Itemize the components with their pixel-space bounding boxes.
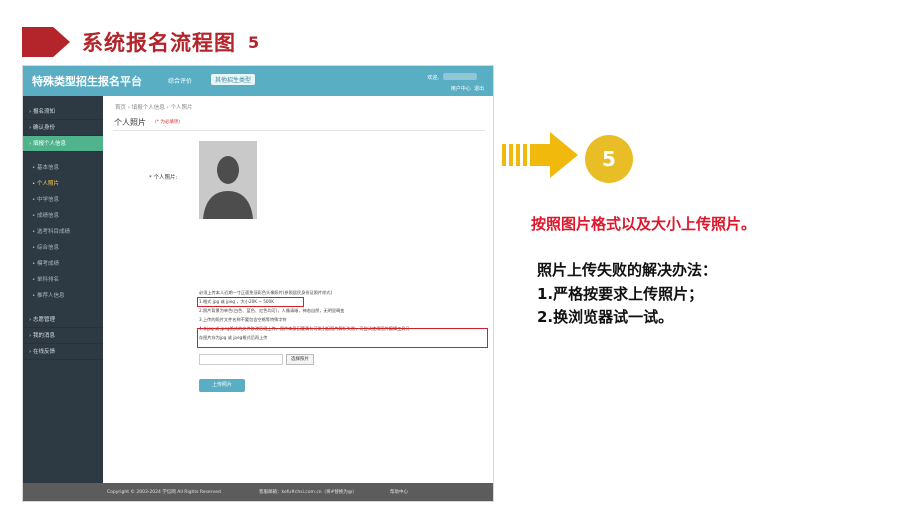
- sidebar-sub-basic-info[interactable]: • 基本信息: [23, 160, 103, 176]
- portal-footer: Copyright © 2003-2024 学信网 All Rights Res…: [23, 483, 493, 501]
- slide-header: 系统报名流程图 5: [22, 24, 259, 60]
- photo-field-label: * 个人照片:: [149, 175, 178, 181]
- slide-step-number: 5: [248, 32, 260, 52]
- top-links: 用户中心 退出: [451, 85, 484, 92]
- instruction-line: 3.上传的照片文件名称不要包含空格等特殊字符: [199, 317, 287, 322]
- sidebar-item-messages[interactable]: › 我的消息: [23, 328, 103, 344]
- username-redacted: [443, 73, 477, 80]
- photo-placeholder: [199, 141, 257, 219]
- step-arrow-icon: [502, 132, 578, 178]
- main-content: 首页 › 填报个人信息 › 个人照片 个人照片 (* 为必填项) * 个人照片:…: [103, 96, 493, 483]
- user-center-link[interactable]: 用户中心: [451, 86, 471, 92]
- portal-screenshot: 特殊类型招生报名平台 综合评价 其他招生类型 欢迎, 用户中心 退出 › 报名须…: [22, 65, 494, 502]
- sidebar-sub-rank[interactable]: • 单科排名: [23, 272, 103, 288]
- tip-item: 2.换浏览器试一试。: [537, 308, 674, 326]
- title-divider: [113, 130, 485, 131]
- sidebar-sub-mock[interactable]: • 模考成绩: [23, 256, 103, 272]
- sidebar-sub-general[interactable]: • 综合信息: [23, 240, 103, 256]
- sidebar-item-feedback[interactable]: › 在线反馈: [23, 344, 103, 360]
- other-type-button[interactable]: 其他招生类型: [211, 74, 256, 85]
- upload-photo-button[interactable]: 上传照片: [199, 379, 245, 392]
- sidebar-sub-scores[interactable]: • 成绩信息: [23, 208, 103, 224]
- sidebar-item-personal-info[interactable]: › 填报个人信息: [23, 136, 103, 152]
- nav-link-comprehensive[interactable]: 综合评价: [168, 76, 192, 85]
- breadcrumb-home[interactable]: 首页: [115, 105, 126, 111]
- sidebar-sub-school[interactable]: • 中学信息: [23, 192, 103, 208]
- person-silhouette-icon: [199, 141, 257, 219]
- choose-photo-button[interactable]: 选择照片: [286, 354, 314, 365]
- support-email: 客服邮箱：kefu#chsi.com.cn（将#替换为@）: [259, 490, 357, 495]
- portal-topbar: 特殊类型招生报名平台 综合评价 其他招生类型 欢迎, 用户中心 退出: [23, 66, 493, 96]
- breadcrumb-photo: 个人照片: [170, 105, 193, 111]
- conversion-tip-highlight: [197, 328, 488, 348]
- sidebar: › 报名须知 › 确认身份 › 填报个人信息 • 基本信息 • 个人照片 • 中…: [23, 96, 103, 483]
- welcome-text: 欢迎,: [427, 75, 439, 81]
- upload-instruction: 按照图片格式以及大小上传照片。: [531, 215, 757, 233]
- required-note: (* 为必填项): [155, 120, 181, 125]
- step-number-circle: 5: [585, 135, 633, 183]
- format-size-highlight: [197, 297, 304, 307]
- tips-title: 照片上传失败的解决办法：: [537, 261, 718, 279]
- title-arrow-icon: [22, 27, 70, 57]
- instruction-line: 2.照片背景为单色(白色、蓝色、红色均可)，人像清晰，神态自然，无明显畸变: [199, 308, 345, 313]
- help-center-link[interactable]: 帮助中心: [390, 483, 408, 501]
- copyright-text: Copyright © 2003-2024 学信网 All Rights Res…: [107, 490, 221, 495]
- breadcrumb: 首页 › 填报个人信息 › 个人照片: [115, 105, 193, 111]
- sidebar-sub-photo[interactable]: • 个人照片: [23, 176, 103, 192]
- site-name[interactable]: 特殊类型招生报名平台: [32, 73, 142, 89]
- breadcrumb-personal-info[interactable]: 填报个人信息: [132, 105, 165, 111]
- instruction-line: 必须上传本人近期一寸正面免冠彩色头像照片(参照居民身份证照片样式): [199, 290, 333, 295]
- page-title: 个人照片: [114, 118, 146, 127]
- tip-item: 1.严格按要求上传照片；: [537, 285, 704, 303]
- slide-title: 系统报名流程图: [82, 31, 236, 55]
- sidebar-sub-elective[interactable]: • 选考科目成绩: [23, 224, 103, 240]
- sidebar-sub-referee[interactable]: • 推荐人信息: [23, 288, 103, 304]
- sidebar-item-notice[interactable]: › 报名须知: [23, 104, 103, 120]
- sidebar-item-volunteer[interactable]: › 志愿管理: [23, 312, 103, 328]
- sidebar-item-confirm-identity[interactable]: › 确认身份: [23, 120, 103, 136]
- file-path-input[interactable]: [199, 354, 283, 365]
- logout-link[interactable]: 退出: [474, 86, 484, 92]
